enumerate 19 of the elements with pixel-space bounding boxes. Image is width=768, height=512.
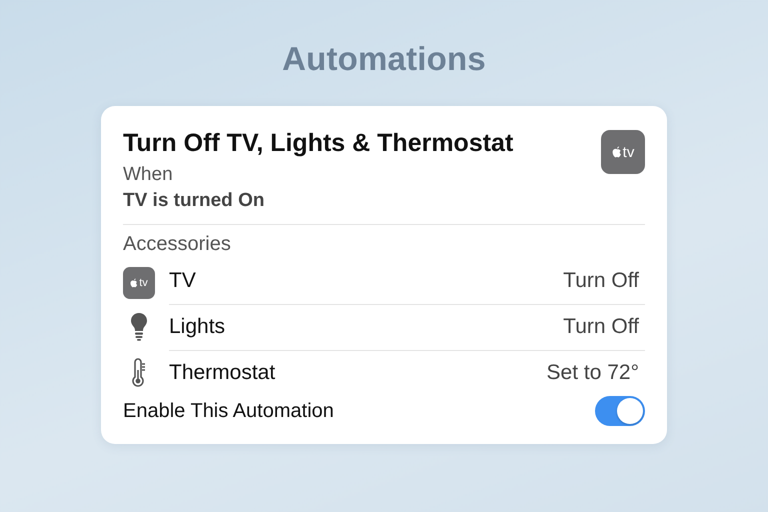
badge-text: tv	[622, 144, 634, 160]
badge-text: tv	[139, 278, 148, 288]
trigger-label: When	[123, 164, 174, 186]
accessory-action: Turn Off	[563, 268, 639, 292]
accessory-name: TV	[169, 268, 196, 292]
apple-icon	[612, 146, 622, 158]
light-bulb-icon	[130, 312, 148, 342]
automation-title: Turn Off TV, Lights & Thermostat	[123, 128, 514, 159]
page-title: Automations	[282, 40, 486, 78]
accessory-name: Lights	[169, 314, 226, 338]
toggle-switch[interactable]	[595, 396, 645, 426]
trigger-text: TV is turned On	[123, 190, 266, 212]
thermometer-icon	[131, 358, 147, 388]
accessory-name: Thermostat	[169, 361, 276, 385]
toggle-label: Enable This Automation	[123, 400, 334, 422]
apple-icon	[130, 278, 138, 288]
accessory-action: Set to 72°	[546, 361, 639, 385]
accessory-action: Turn Off	[563, 314, 639, 338]
section-label: Accessories	[123, 233, 232, 256]
